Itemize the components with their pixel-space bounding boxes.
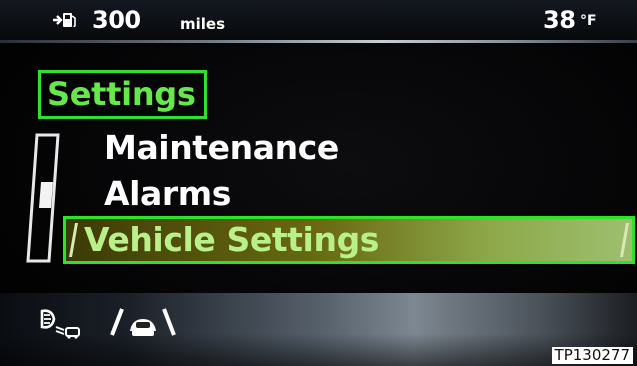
- menu-item-vehicle-settings[interactable]: Vehicle Settings: [63, 216, 635, 264]
- scrollbar-thumb: [39, 182, 53, 208]
- lane-assist-icon: [108, 305, 178, 341]
- temperature-unit: °F: [580, 13, 597, 29]
- range-value: 300: [92, 6, 141, 34]
- status-bar-divider: [0, 40, 637, 43]
- range-unit: miles: [180, 15, 226, 33]
- menu-item-alarms[interactable]: Alarms: [104, 174, 231, 213]
- photo-id-label: TP130277: [551, 347, 633, 364]
- settings-title[interactable]: Settings: [38, 70, 207, 119]
- menu-scrollbar[interactable]: [25, 132, 61, 264]
- display-screen: 300 miles 38 °F Settings Maintenance Ala…: [0, 0, 637, 366]
- auto-headlamp-icon: [38, 305, 84, 339]
- fuel-pump-icon: [52, 11, 78, 29]
- menu-item-maintenance[interactable]: Maintenance: [104, 128, 339, 167]
- menu-item-label: Vehicle Settings: [84, 220, 380, 259]
- temperature-value: 38: [543, 6, 576, 34]
